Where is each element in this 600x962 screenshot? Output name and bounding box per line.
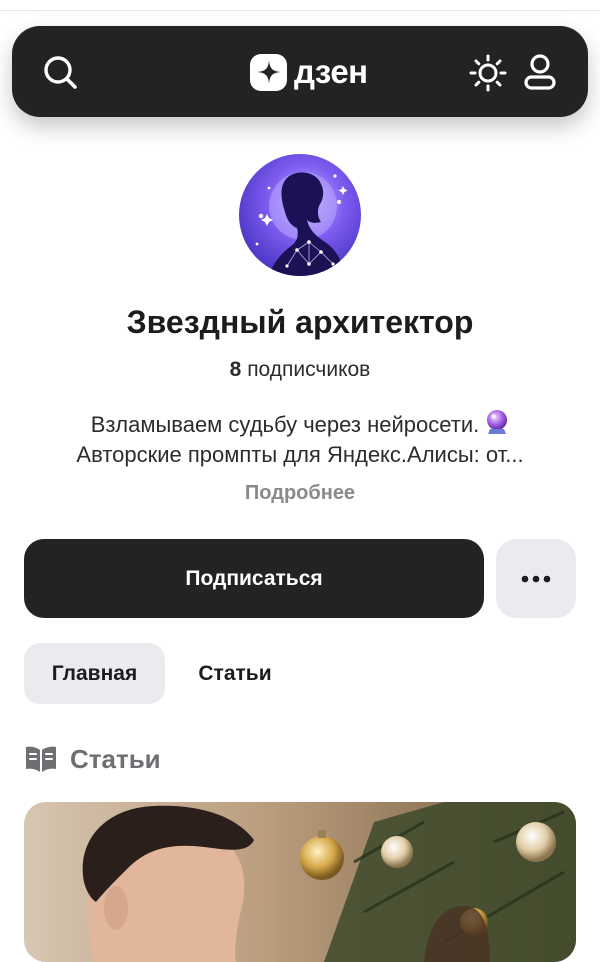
top-header: дзен xyxy=(12,26,588,117)
section-title: Статьи xyxy=(70,743,161,774)
tab-main[interactable]: Главная xyxy=(24,643,165,704)
search-icon[interactable] xyxy=(42,54,78,90)
article-card[interactable] xyxy=(24,802,576,962)
description-line-2: Авторские промпты для Яндекс.Алисы: от..… xyxy=(76,442,524,467)
channel-avatar[interactable] xyxy=(239,154,361,276)
article-cover-image xyxy=(24,802,576,962)
more-details-link[interactable]: Подробнее xyxy=(0,479,600,507)
theme-sun-icon[interactable] xyxy=(469,54,507,92)
more-dots-icon xyxy=(521,575,551,582)
subscribers-number: 8 xyxy=(229,358,242,381)
profile-icon[interactable] xyxy=(523,53,557,91)
subscribers-label: подписчиков xyxy=(247,358,371,381)
crystal-ball-icon xyxy=(487,410,508,434)
tab-articles[interactable]: Статьи xyxy=(176,643,294,704)
more-options-button[interactable] xyxy=(496,539,576,618)
description-text-1: Взламываем судьбу через нейросети. xyxy=(90,412,480,437)
subscribe-button[interactable]: Подписаться xyxy=(24,539,484,618)
channel-description: Взламываем судьбу через нейросети. Автор… xyxy=(40,409,560,470)
book-open-icon xyxy=(26,746,56,772)
section-articles-header: Статьи xyxy=(24,740,161,778)
top-divider xyxy=(0,10,600,11)
description-line-1: Взламываем судьбу через нейросети. xyxy=(40,409,560,440)
subscribers-count: 8 подписчиков xyxy=(0,356,600,384)
dzen-logo-icon xyxy=(250,53,287,91)
dzen-logo-text: дзен xyxy=(294,53,368,90)
channel-name: Звездный архитектор xyxy=(126,304,474,340)
dzen-logo[interactable]: дзен xyxy=(250,52,368,92)
